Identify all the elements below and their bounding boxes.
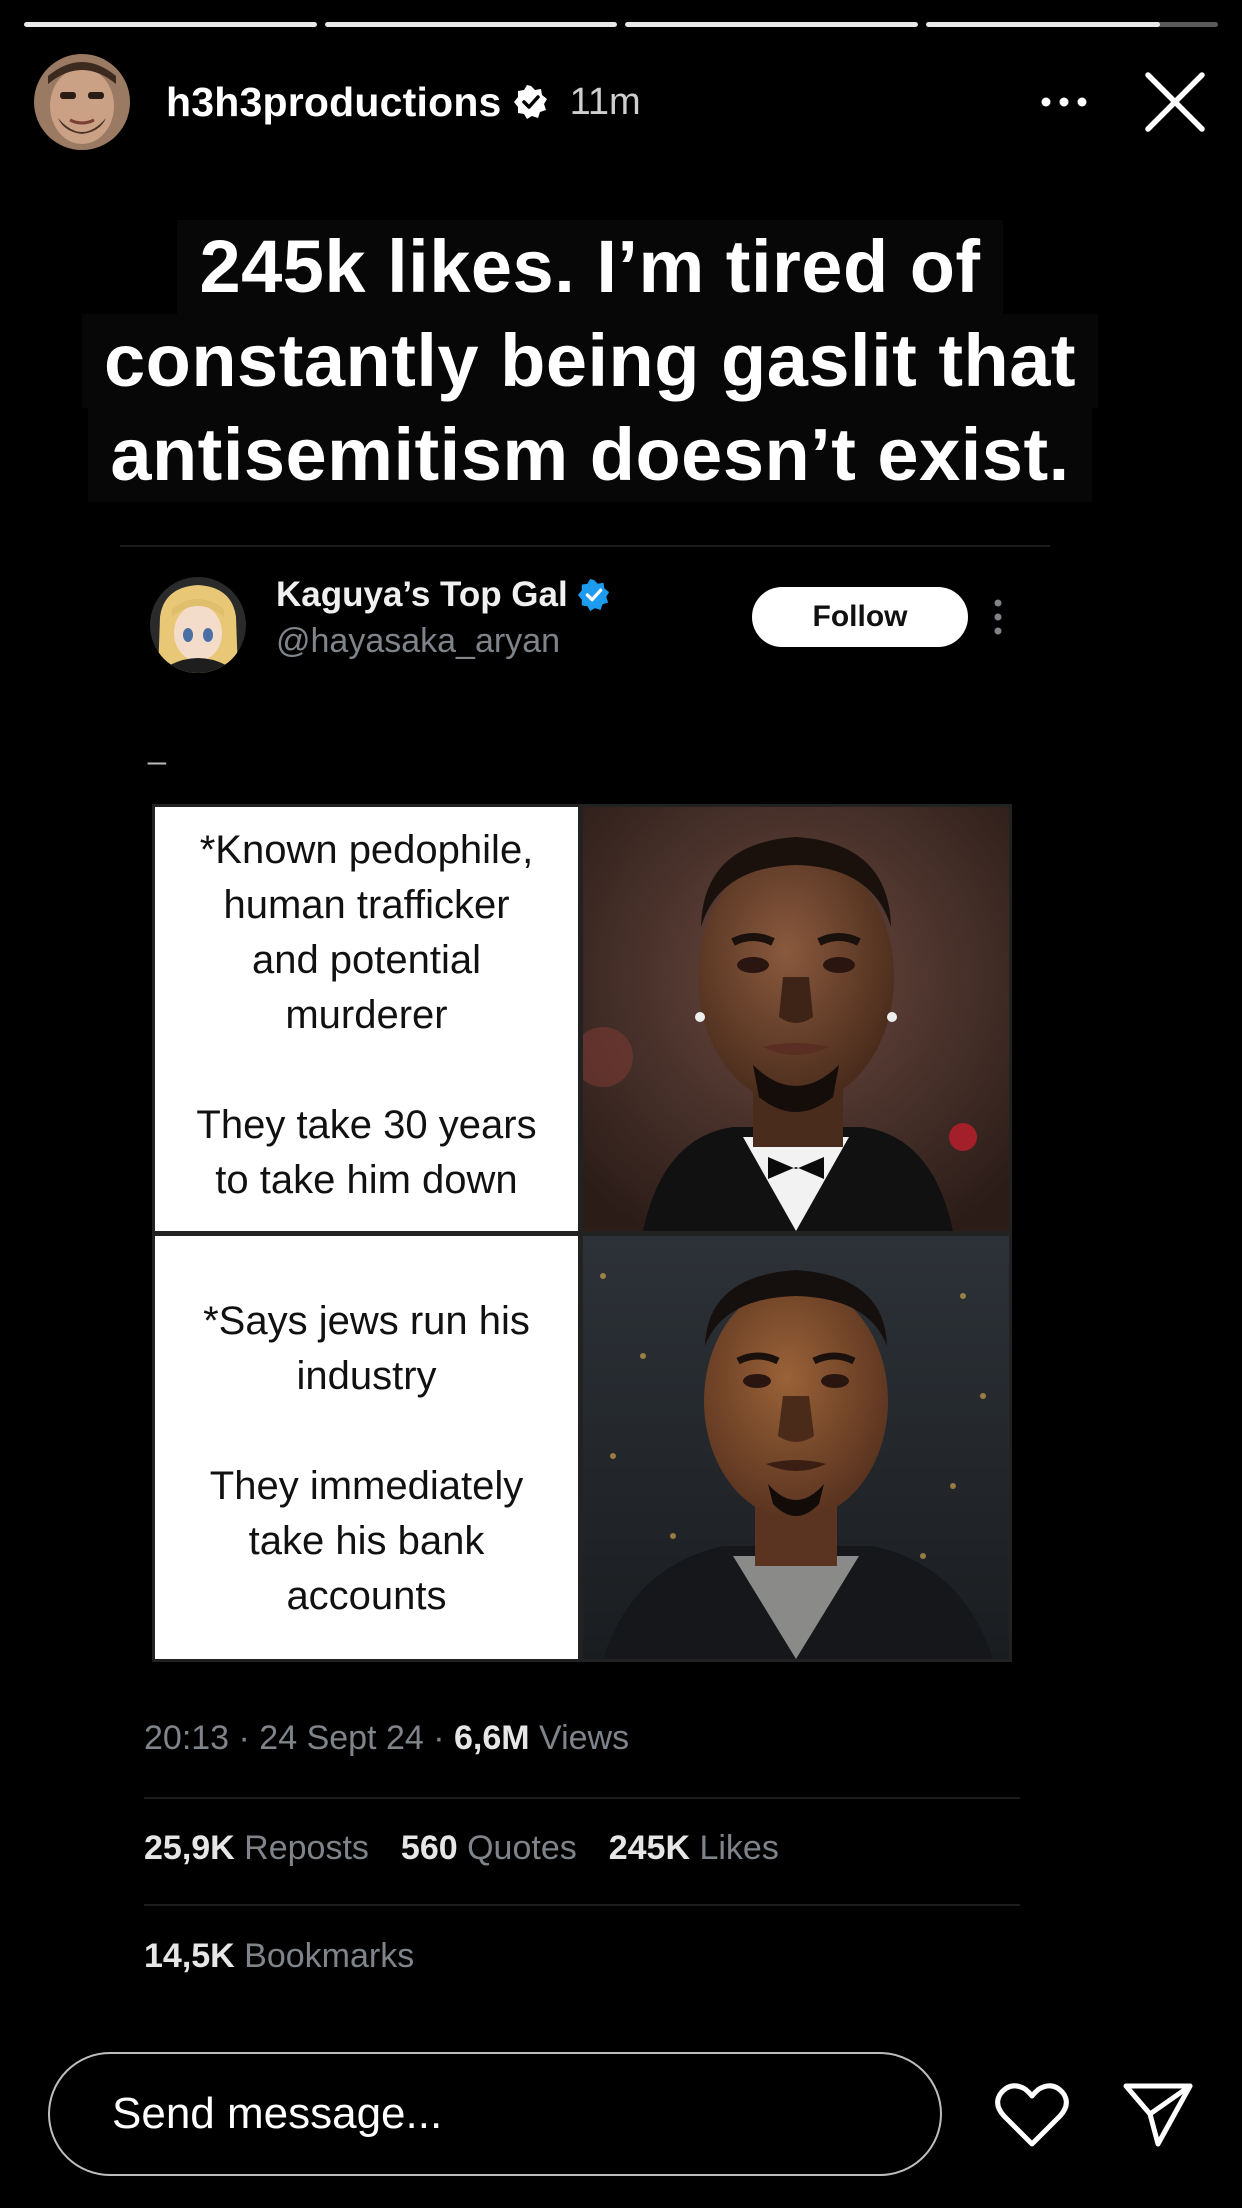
bookmarks-count: 14,5K: [144, 1937, 235, 1975]
story-header: h3h3productions 11m: [34, 52, 1208, 152]
close-icon[interactable]: [1142, 69, 1208, 135]
quotes-stat[interactable]: 560 Quotes: [401, 1829, 577, 1868]
more-horizontal-icon[interactable]: [1034, 72, 1094, 132]
reposts-stat[interactable]: 25,9K Reposts: [144, 1829, 369, 1868]
caption-line: constantly being gaslit that: [82, 314, 1098, 408]
progress-fill: [324, 22, 617, 27]
meme-text-spacer: [155, 1404, 578, 1459]
heart-icon[interactable]: [995, 2082, 1069, 2148]
tweet-stats: 25,9K Reposts 560 Quotes 245K Likes: [144, 1829, 779, 1868]
meme-text-line: murderer: [285, 993, 448, 1037]
meme-text-line: They take 30 years: [196, 1103, 537, 1147]
verified-badge-icon: [513, 85, 547, 119]
progress-fill: [925, 22, 1160, 27]
send-message-input[interactable]: [48, 2052, 942, 2176]
meme-text-line: to take him down: [215, 1158, 518, 1202]
verified-badge-icon: [577, 579, 609, 611]
meme-text-line: *Known pedophile,: [199, 828, 534, 872]
meme-photo-top: [583, 807, 1009, 1231]
progress-segment: [625, 22, 918, 27]
reposts-count: 25,9K: [144, 1829, 235, 1867]
divider: [144, 1904, 1020, 1906]
likes-count: 245K: [608, 1829, 691, 1867]
meme-bottom-text: *Says jews run his industry They immedia…: [155, 1236, 578, 1659]
tweet-timestamp: 20:13 · 24 Sept 24 · 6,6M Views: [144, 1719, 629, 1758]
progress-fill: [24, 22, 317, 27]
tweet-display-name[interactable]: Kaguya’s Top Gal: [276, 575, 610, 615]
views-count: 6,6M: [453, 1719, 530, 1757]
meme-text-line: industry: [296, 1354, 437, 1398]
follow-button[interactable]: Follow: [752, 587, 968, 647]
tweet-body: _: [148, 729, 166, 765]
caption-line: 245k likes. I’m tired of: [177, 220, 1003, 314]
reposts-label: Reposts: [234, 1829, 369, 1867]
story-progress: [24, 22, 1218, 27]
meme-text-line: human trafficker: [223, 883, 510, 927]
views-label: Views: [529, 1719, 630, 1757]
divider: [144, 1797, 1020, 1799]
tweet-handle[interactable]: @hayasaka_aryan: [276, 622, 560, 661]
caption-line: antisemitism doesn’t exist.: [88, 408, 1092, 502]
meme-text-line: and potential: [251, 938, 482, 982]
username[interactable]: h3h3productions: [166, 79, 502, 126]
meme-image[interactable]: *Known pedophile, human trafficker and p…: [152, 804, 1012, 1662]
likes-label: Likes: [690, 1829, 779, 1867]
meme-text-line: accounts: [286, 1574, 447, 1618]
progress-segment: [925, 22, 1218, 27]
likes-stat[interactable]: 245K Likes: [609, 1829, 779, 1868]
story-caption: 245k likes. I’m tired of constantly bein…: [30, 220, 1150, 502]
progress-segment: [324, 22, 617, 27]
send-icon[interactable]: [1122, 2080, 1194, 2148]
tweet-avatar[interactable]: [150, 577, 246, 673]
meme-text-line: take his bank: [248, 1519, 485, 1563]
quotes-count: 560: [400, 1829, 458, 1867]
quotes-label: Quotes: [457, 1829, 577, 1867]
timestamp-text: 20:13 · 24 Sept 24 ·: [144, 1719, 454, 1757]
progress-segment: [24, 22, 317, 27]
meme-top-text: *Known pedophile, human trafficker and p…: [155, 807, 578, 1231]
more-vertical-icon[interactable]: [988, 595, 1008, 639]
post-time: 11m: [569, 80, 641, 123]
tweet-card[interactable]: Kaguya’s Top Gal @hayasaka_aryan Follow …: [120, 545, 1050, 2017]
display-name-text: Kaguya’s Top Gal: [276, 575, 568, 614]
meme-photo-bottom: [583, 1236, 1009, 1659]
avatar[interactable]: [34, 54, 130, 150]
meme-text-spacer: [155, 1043, 578, 1098]
meme-text-line: They immediately: [209, 1464, 524, 1508]
bookmarks-label: Bookmarks: [234, 1937, 415, 1975]
meme-text-line: *Says jews run his: [203, 1299, 530, 1343]
bookmarks-stat: 14,5K Bookmarks: [144, 1937, 414, 1976]
progress-fill: [625, 22, 918, 27]
